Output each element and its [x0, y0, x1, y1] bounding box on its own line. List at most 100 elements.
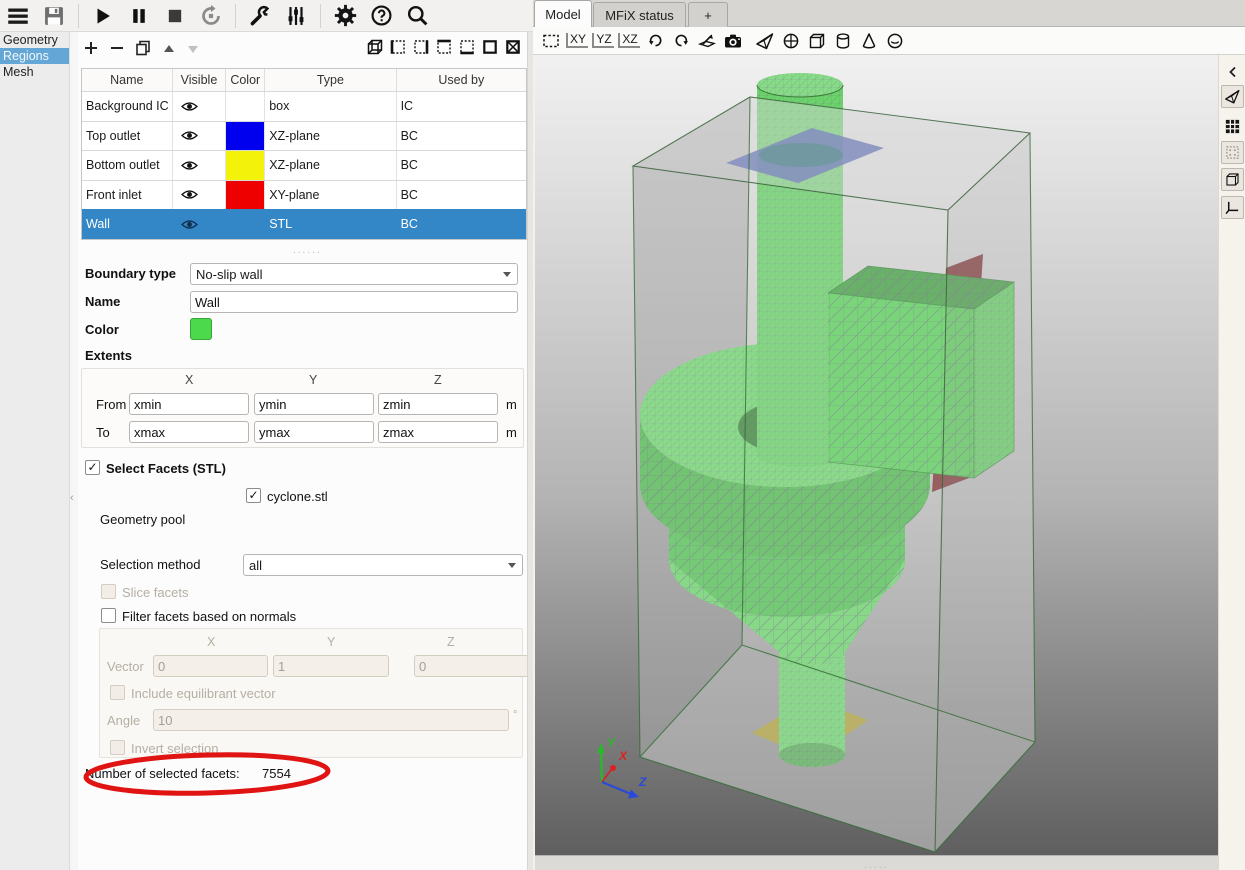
reset-view-button[interactable] — [539, 29, 563, 53]
nav-splitter[interactable]: ‹ — [70, 32, 78, 870]
sphere-icon — [781, 31, 801, 51]
table-row[interactable]: Front inlet XY-plane BC — [82, 180, 526, 210]
region-type: XY-plane — [265, 181, 396, 210]
extents-to-y-input[interactable] — [254, 421, 374, 443]
visible-cell[interactable] — [173, 92, 227, 121]
stop-button[interactable] — [160, 2, 190, 30]
table-row[interactable]: Wall STL BC — [82, 209, 526, 239]
vtk-viewport[interactable]: Y X Z — [535, 55, 1218, 855]
color-cell[interactable] — [226, 181, 265, 210]
toggle-torus-button[interactable] — [883, 29, 907, 53]
nav-item-geometry[interactable]: Geometry — [0, 32, 69, 48]
column-header-color[interactable]: Color — [226, 69, 265, 91]
run-button[interactable] — [88, 2, 118, 30]
select-facets-checkbox[interactable] — [85, 460, 100, 475]
extents-from-z-input[interactable] — [378, 393, 498, 415]
visible-cell[interactable] — [173, 181, 227, 210]
extents-to-x-input[interactable] — [129, 421, 249, 443]
color-cell[interactable] — [226, 92, 265, 121]
plane-right-button[interactable] — [410, 36, 432, 58]
filter-normals-checkbox[interactable] — [101, 608, 116, 623]
panel-splitter-dots[interactable]: ...... — [293, 245, 322, 256]
view-yz-button[interactable]: YZ — [591, 29, 615, 53]
rotate-right-icon — [672, 31, 691, 50]
menu-button[interactable] — [3, 2, 33, 30]
toggle-box-button[interactable] — [805, 29, 829, 53]
perspective-button[interactable] — [695, 29, 719, 53]
name-input[interactable] — [190, 291, 518, 313]
tab-mfix-status[interactable]: MFiX status — [593, 2, 686, 27]
save-button[interactable] — [39, 2, 69, 30]
toggle-mesh-button[interactable] — [1221, 115, 1244, 138]
stl-file-checkbox[interactable] — [246, 488, 261, 503]
color-cell[interactable] — [226, 151, 265, 180]
plane-left-button[interactable] — [387, 36, 409, 58]
stl-region-button[interactable] — [502, 36, 524, 58]
column-header-type[interactable]: Type — [265, 69, 396, 91]
column-header-used-by[interactable]: Used by — [397, 69, 526, 91]
boundary-type-select[interactable]: No-slip wall — [190, 263, 518, 285]
toggle-sphere-button[interactable] — [779, 29, 803, 53]
plane-bottom-button[interactable] — [456, 36, 478, 58]
region-color-swatch — [226, 181, 264, 210]
plane-bottom-icon — [458, 38, 476, 56]
tab-model[interactable]: Model — [534, 0, 592, 27]
toggle-cylinder-button[interactable] — [831, 29, 855, 53]
bottom-splitter[interactable]: ..... — [535, 855, 1218, 870]
toggle-regions-button[interactable] — [1221, 141, 1244, 164]
parameters-button[interactable] — [281, 2, 311, 30]
region-color-swatch — [226, 210, 264, 239]
nav-item-regions[interactable]: Regions — [0, 48, 69, 64]
extents-label: Extents — [85, 348, 132, 363]
color-swatch-button[interactable] — [190, 318, 212, 340]
delete-region-button[interactable] — [106, 37, 128, 59]
table-row[interactable]: Top outlet XZ-plane BC — [82, 121, 526, 151]
box-region-button[interactable] — [364, 36, 386, 58]
new-region-button[interactable] — [80, 37, 102, 59]
table-row[interactable]: Bottom outlet XZ-plane BC — [82, 150, 526, 180]
view-xy-button[interactable]: XY — [565, 29, 589, 53]
color-cell[interactable] — [226, 210, 265, 239]
plane-top-button[interactable] — [433, 36, 455, 58]
visible-cell[interactable] — [173, 210, 227, 239]
extents-from-x-input[interactable] — [129, 393, 249, 415]
plane-region-button[interactable] — [479, 36, 501, 58]
stl-file-label: cyclone.stl — [267, 489, 328, 504]
view-xz-button[interactable]: XZ — [617, 29, 641, 53]
toggle-bounds-button[interactable] — [1221, 168, 1244, 191]
help-button[interactable] — [366, 2, 396, 30]
pause-button[interactable] — [124, 2, 154, 30]
menu-icon — [6, 4, 30, 28]
nav-item-mesh[interactable]: Mesh — [0, 64, 69, 80]
panel-splitter[interactable] — [527, 32, 533, 870]
search-button[interactable] — [402, 2, 432, 30]
rotate-right-button[interactable] — [669, 29, 693, 53]
selection-method-select[interactable]: all — [243, 554, 523, 576]
move-down-button[interactable] — [182, 38, 204, 60]
visible-cell[interactable] — [173, 122, 227, 151]
regions-table-header: Name Visible Color Type Used by — [82, 69, 526, 91]
toggle-axes-button[interactable] — [1221, 196, 1244, 219]
screenshot-button[interactable] — [721, 29, 745, 53]
toggle-stl-button[interactable] — [1221, 85, 1244, 108]
reset-button[interactable] — [196, 2, 226, 30]
build-button[interactable] — [245, 2, 275, 30]
extents-from-y-input[interactable] — [254, 393, 374, 415]
visible-cell[interactable] — [173, 151, 227, 180]
toggle-cone-button[interactable] — [857, 29, 881, 53]
toggle-geometry-button[interactable] — [753, 29, 777, 53]
color-cell[interactable] — [226, 122, 265, 151]
toolbar-separator — [78, 4, 79, 28]
rotate-left-button[interactable] — [643, 29, 667, 53]
duplicate-region-button[interactable] — [132, 37, 154, 59]
selection-method-value: all — [249, 558, 262, 573]
eye-icon — [181, 101, 198, 112]
extents-to-z-input[interactable] — [378, 421, 498, 443]
table-row[interactable]: Background IC box IC — [82, 91, 526, 121]
settings-button[interactable] — [330, 2, 360, 30]
collapse-panel-button[interactable] — [1221, 60, 1244, 83]
tab-add-button[interactable]: + — [688, 2, 728, 27]
column-header-visible[interactable]: Visible — [173, 69, 227, 91]
move-up-button[interactable] — [158, 38, 180, 60]
column-header-name[interactable]: Name — [82, 69, 173, 91]
